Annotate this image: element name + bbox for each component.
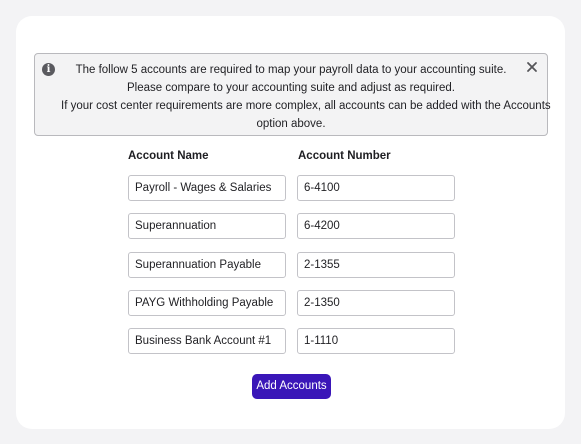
- add-accounts-button[interactable]: Add Accounts: [252, 374, 331, 399]
- account-number-field[interactable]: 6-4100: [297, 175, 455, 201]
- account-number-field[interactable]: 6-4200: [297, 213, 455, 239]
- account-number-field[interactable]: 2-1355: [297, 252, 455, 278]
- account-name-field[interactable]: Business Bank Account #1: [128, 328, 286, 354]
- notice-line: option above.: [256, 118, 326, 130]
- account-number-field[interactable]: 2-1350: [297, 290, 455, 316]
- account-number-header: Account Number: [298, 150, 391, 162]
- notice-line: The follow 5 accounts are required to ma…: [75, 64, 507, 76]
- account-name-field[interactable]: PAYG Withholding Payable: [128, 290, 286, 316]
- account-name-field[interactable]: Superannuation: [128, 213, 286, 239]
- notice-line: If your cost center requirements are mor…: [61, 100, 551, 112]
- account-name-field[interactable]: Superannuation Payable: [128, 252, 286, 278]
- info-notice: i The follow 5 accounts are required to …: [34, 53, 551, 136]
- account-name-header: Account Name: [128, 150, 209, 162]
- account-number-field[interactable]: 1-1110: [297, 328, 455, 354]
- close-icon[interactable]: [525, 60, 539, 74]
- info-icon: i: [42, 63, 55, 76]
- notice-line: Please compare to your accounting suite …: [127, 82, 455, 94]
- account-name-field[interactable]: Payroll - Wages & Salaries: [128, 175, 286, 201]
- accounts-card: i The follow 5 accounts are required to …: [16, 16, 565, 429]
- notice-text: The follow 5 accounts are required to ma…: [61, 61, 551, 133]
